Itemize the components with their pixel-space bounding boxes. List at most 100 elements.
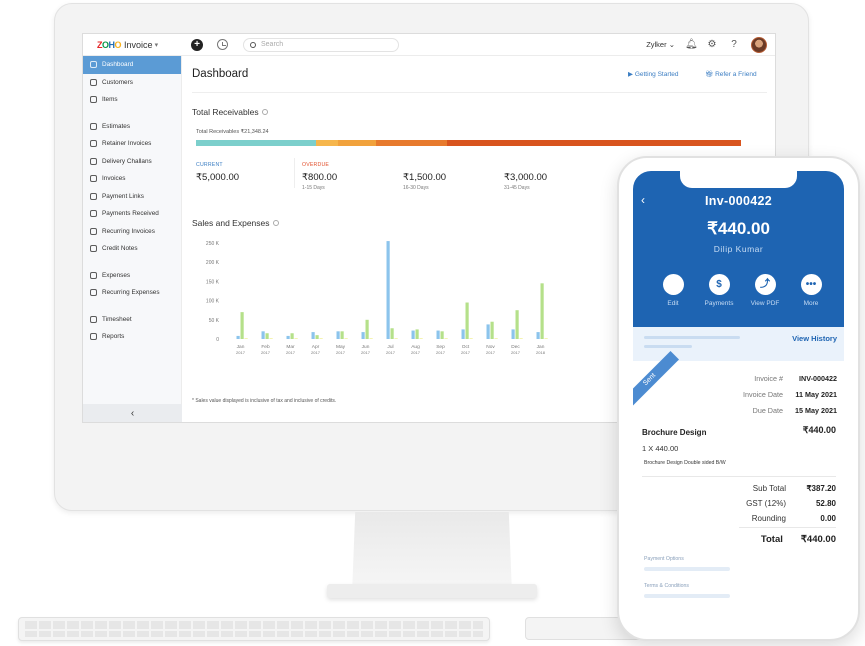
avatar[interactable] bbox=[751, 36, 767, 53]
sidebar-item-retainer-invoices[interactable]: Retainer Invoices bbox=[83, 135, 181, 153]
invoice-header: ‹ Inv-000422 ₹440.00 Dilip Kumar Edit $ Pa… bbox=[633, 171, 844, 327]
chart-bar[interactable] bbox=[269, 338, 273, 339]
sidebar-item-items[interactable]: Items bbox=[83, 91, 181, 109]
chart-bar[interactable] bbox=[494, 338, 498, 339]
chart-bar[interactable] bbox=[261, 331, 265, 339]
sidebar-item-dashboard[interactable]: Dashboard bbox=[83, 56, 181, 74]
organization-switcher[interactable]: Zylker ⌄ bbox=[646, 40, 675, 49]
chart-bar[interactable] bbox=[265, 333, 269, 339]
receivables-segment[interactable] bbox=[375, 140, 447, 146]
current-receivable[interactable]: CURRENT ₹5,000.00 bbox=[196, 162, 239, 183]
chart-bar[interactable] bbox=[315, 335, 319, 339]
chart-bar[interactable] bbox=[290, 333, 294, 339]
quick-create-button[interactable]: + bbox=[191, 38, 203, 51]
gear-icon[interactable]: ⚙ bbox=[707, 39, 717, 50]
edit-icon bbox=[662, 274, 684, 295]
chart-bar[interactable] bbox=[415, 329, 419, 339]
sidebar-item-payments-received[interactable]: Payments Received bbox=[83, 205, 181, 223]
x-tick-label: 2017 bbox=[486, 350, 496, 355]
info-icon[interactable] bbox=[272, 220, 279, 226]
edit-action-button[interactable]: Edit bbox=[652, 274, 694, 307]
chart-bar[interactable] bbox=[394, 338, 398, 339]
chart-bar[interactable] bbox=[361, 332, 365, 339]
search-input[interactable]: Search bbox=[243, 37, 399, 52]
divider bbox=[294, 158, 295, 188]
chart-bar[interactable] bbox=[240, 312, 244, 339]
sidebar-item-expenses[interactable]: Expenses bbox=[83, 267, 181, 285]
sidebar-item-recurring-invoices[interactable]: Recurring Invoices bbox=[83, 223, 181, 241]
sidebar-item-timesheet[interactable]: Timesheet bbox=[83, 311, 181, 329]
payments-action-button[interactable]: $ Payments bbox=[698, 274, 740, 307]
sidebar-item-delivery-challans[interactable]: Delivery Challans bbox=[83, 153, 181, 171]
refer-friend-link[interactable]: 🎁︎ Refer a Friend bbox=[705, 70, 757, 78]
info-icon[interactable] bbox=[261, 109, 268, 115]
pdf-icon: ⤴ bbox=[754, 274, 776, 295]
chart-bar[interactable] bbox=[515, 310, 519, 339]
chart-bar[interactable] bbox=[536, 332, 540, 339]
receivables-segment[interactable] bbox=[196, 140, 316, 146]
help-icon[interactable]: ? bbox=[729, 39, 739, 50]
chart-bar[interactable] bbox=[286, 335, 290, 339]
chart-bar[interactable] bbox=[386, 241, 390, 339]
chart-bar[interactable] bbox=[344, 338, 348, 339]
chart-bar[interactable] bbox=[486, 324, 490, 339]
receivables-bar[interactable] bbox=[196, 140, 741, 146]
chart-bar[interactable] bbox=[411, 330, 415, 339]
sidebar-item-reports[interactable]: Reports bbox=[83, 328, 181, 346]
sidebar-item-estimates[interactable]: Estimates bbox=[83, 118, 181, 136]
sidebar-item-recurring-expenses[interactable]: Recurring Expenses bbox=[83, 284, 181, 302]
chart-footnote: * Sales value displayed is inclusive of … bbox=[192, 398, 337, 404]
sidebar-item-payment-links[interactable]: Payment Links bbox=[83, 188, 181, 206]
chart-bar[interactable] bbox=[436, 330, 440, 339]
overdue-bucket-3[interactable]: ₹3,000.00 31-45 Days bbox=[504, 168, 547, 191]
chart-bar[interactable] bbox=[540, 283, 544, 339]
sidebar-collapse-button[interactable]: ‹ bbox=[83, 404, 182, 422]
sidebar-item-credit-notes[interactable]: Credit Notes bbox=[83, 240, 181, 258]
chart-bar[interactable] bbox=[236, 335, 240, 339]
terms-label[interactable]: Terms & Conditions bbox=[644, 583, 689, 589]
receivables-segment[interactable] bbox=[315, 140, 338, 146]
chart-bar[interactable] bbox=[390, 328, 394, 339]
sidebar-item-invoices[interactable]: Invoices bbox=[83, 170, 181, 188]
chart-bar[interactable] bbox=[544, 338, 548, 339]
x-tick-label: 2017 bbox=[461, 350, 471, 355]
view-pdf-action-button[interactable]: ⤴ View PDF bbox=[744, 274, 786, 307]
line-item-description: Brochure Design Double sided B/W bbox=[644, 460, 726, 466]
chart-bar[interactable] bbox=[440, 331, 444, 339]
chart-bar[interactable] bbox=[490, 321, 494, 339]
bell-icon[interactable]: 🔔︎ bbox=[685, 39, 698, 50]
receivables-segment[interactable] bbox=[446, 140, 741, 146]
box-icon bbox=[90, 96, 97, 104]
getting-started-link[interactable]: ▶︎ Getting Started bbox=[628, 70, 679, 78]
receivables-segment[interactable] bbox=[337, 140, 376, 146]
chart-bar[interactable] bbox=[244, 338, 248, 339]
chart-bar[interactable] bbox=[419, 338, 423, 339]
overdue-bucket-1[interactable]: OVERDUE ₹800.00 1-15 Days bbox=[302, 162, 337, 191]
payment-options-label[interactable]: Payment Options bbox=[644, 556, 684, 562]
reports-icon bbox=[90, 333, 97, 341]
x-tick-label: 2017 bbox=[411, 350, 421, 355]
sidebar-item-label: Payment Links bbox=[102, 192, 144, 200]
chart-bar[interactable] bbox=[519, 338, 523, 339]
estimate-icon bbox=[90, 122, 97, 130]
sales-expenses-title: Sales and Expenses bbox=[192, 218, 279, 228]
recent-history-icon[interactable] bbox=[217, 39, 228, 50]
app-logo[interactable]: ZOHO Invoice ▾ bbox=[97, 40, 173, 50]
chart-bar[interactable] bbox=[340, 331, 344, 339]
chart-bar[interactable] bbox=[365, 319, 369, 339]
chart-bar[interactable] bbox=[294, 338, 298, 339]
overdue-bucket-2[interactable]: ₹1,500.00 16-30 Days bbox=[403, 168, 446, 191]
y-tick-label: 0 bbox=[216, 337, 219, 343]
chart-bar[interactable] bbox=[336, 331, 340, 339]
chart-bar[interactable] bbox=[465, 302, 469, 339]
chart-bar[interactable] bbox=[444, 338, 448, 339]
chart-bar[interactable] bbox=[461, 329, 465, 339]
chart-bar[interactable] bbox=[319, 338, 323, 339]
chart-bar[interactable] bbox=[511, 329, 515, 339]
sidebar-item-customers[interactable]: Customers bbox=[83, 74, 181, 92]
chart-bar[interactable] bbox=[369, 338, 373, 339]
more-action-button[interactable]: ••• More bbox=[790, 274, 832, 307]
chart-bar[interactable] bbox=[469, 338, 473, 339]
chart-bar[interactable] bbox=[311, 332, 315, 339]
view-history-link[interactable]: View History bbox=[792, 334, 837, 343]
